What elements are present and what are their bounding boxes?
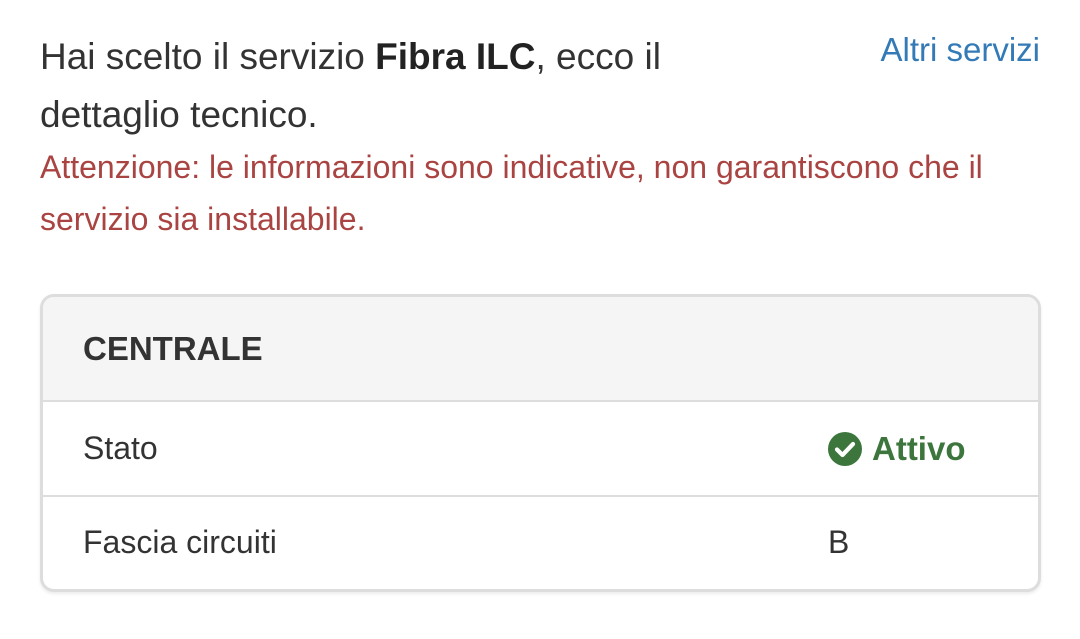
row-label: Stato — [83, 430, 158, 466]
fascia-value: B — [828, 524, 850, 560]
centrale-panel: CENTRALE Stato Attivo Fascia circuiti B — [40, 294, 1041, 592]
panel-title: CENTRALE — [43, 297, 1038, 402]
service-name: Fibra ILC — [375, 36, 536, 77]
status-badge: Attivo — [872, 429, 966, 467]
intro-prefix: Hai scelto il servizio — [40, 36, 376, 77]
check-circle-icon — [828, 431, 862, 466]
intro-text: Hai scelto il servizio Fibra ILC, ecco i… — [40, 28, 740, 144]
other-services-link[interactable]: Altri servizi — [880, 30, 1040, 70]
status-value: Attivo — [828, 430, 966, 468]
warning-text: Attenzione: le informazioni sono indicat… — [40, 149, 983, 237]
table-row-fascia-circuiti: Fascia circuiti B — [43, 495, 1038, 588]
page: Hai scelto il servizio Fibra ILC, ecco i… — [0, 0, 1080, 639]
row-label: Fascia circuiti — [83, 524, 277, 560]
table-row-stato: Stato Attivo — [43, 402, 1038, 495]
